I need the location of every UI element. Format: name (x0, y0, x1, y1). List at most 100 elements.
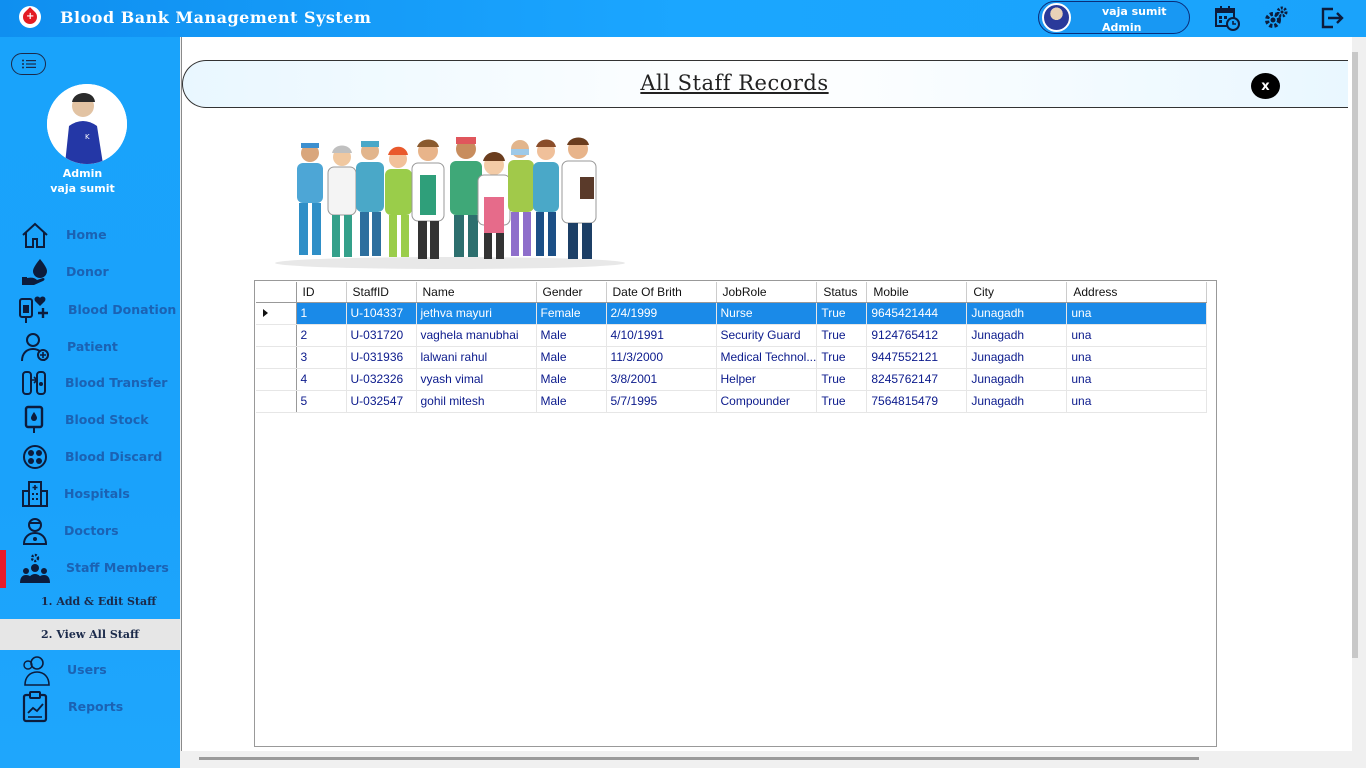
table-cell[interactable]: Male (536, 390, 607, 413)
sidebar-item-label: Blood Stock (65, 412, 149, 427)
table-cell[interactable]: 3 (296, 346, 347, 369)
row-header[interactable] (256, 302, 297, 325)
table-cell[interactable]: 4/10/1991 (606, 324, 717, 347)
table-cell[interactable]: vaghela manubhai (416, 324, 537, 347)
sidebar-item-donor[interactable]: Donor (0, 254, 180, 290)
sidebar-item-home[interactable]: Home (0, 217, 180, 253)
column-header[interactable]: JobRole (716, 282, 818, 303)
table-cell[interactable]: una (1066, 346, 1208, 369)
staff-data-grid[interactable]: ID StaffID Name Gender Date Of Brith Job… (254, 280, 1217, 747)
column-header[interactable]: StaffID (346, 282, 417, 303)
table-cell[interactable]: Junagadh (966, 324, 1068, 347)
table-cell[interactable]: Compounder (716, 390, 818, 413)
table-cell[interactable]: 11/3/2000 (606, 346, 717, 369)
column-header[interactable]: Gender (536, 282, 607, 303)
column-header[interactable]: ID (296, 282, 347, 303)
table-cell[interactable]: U-031936 (346, 346, 417, 369)
table-cell[interactable]: una (1066, 390, 1208, 413)
row-header[interactable] (256, 390, 297, 413)
sidebar-item-blood-donation[interactable]: Blood Donation (0, 292, 180, 328)
table-cell[interactable]: Junagadh (966, 368, 1068, 391)
column-header[interactable]: Mobile (866, 282, 968, 303)
table-cell[interactable]: lalwani rahul (416, 346, 537, 369)
table-cell[interactable]: 8245762147 (866, 368, 968, 391)
sidebar-item-users[interactable]: Users (0, 652, 180, 688)
horizontal-scrollbar[interactable] (199, 757, 1199, 760)
sidebar-item-blood-stock[interactable]: Blood Stock (0, 402, 180, 438)
table-cell[interactable]: una (1066, 302, 1208, 325)
vertical-scrollbar[interactable] (1352, 52, 1358, 658)
table-cell[interactable]: 2/4/1999 (606, 302, 717, 325)
table-cell[interactable]: una (1066, 324, 1208, 347)
column-header[interactable]: Address (1066, 282, 1208, 303)
sidebar-item-doctors[interactable]: Doctors (0, 513, 180, 549)
table-cell[interactable]: 9447552121 (866, 346, 968, 369)
subnav-view-all-staff[interactable]: 2. View All Staff (0, 619, 180, 650)
settings-icon[interactable] (1263, 5, 1289, 31)
table-cell[interactable]: 4 (296, 368, 347, 391)
table-cell[interactable]: Security Guard (716, 324, 818, 347)
row-pointer-icon (263, 309, 268, 317)
table-cell[interactable]: Junagadh (966, 346, 1068, 369)
table-cell[interactable]: 9124765412 (866, 324, 968, 347)
table-cell[interactable]: Male (536, 324, 607, 347)
sidebar-item-patient[interactable]: Patient (0, 329, 180, 365)
table-cell[interactable]: gohil mitesh (416, 390, 537, 413)
calendar-icon[interactable] (1214, 5, 1240, 31)
sidebar-item-label: Doctors (64, 523, 119, 538)
table-row[interactable]: 1 U-104337 jethva mayuri Female 2/4/1999 Nurs… (256, 302, 1208, 325)
table-cell[interactable]: U-032547 (346, 390, 417, 413)
table-cell[interactable]: U-032326 (346, 368, 417, 391)
table-cell[interactable]: una (1066, 368, 1208, 391)
column-header[interactable]: Name (416, 282, 537, 303)
user-profile-badge[interactable]: vaja sumit Admin (1038, 1, 1190, 34)
table-cell[interactable]: 5 (296, 390, 347, 413)
table-cell[interactable]: True (816, 302, 868, 325)
table-cell[interactable]: Medical Technol... (716, 346, 818, 369)
table-cell[interactable]: Helper (716, 368, 818, 391)
menu-toggle-button[interactable] (11, 53, 46, 75)
table-cell[interactable]: Male (536, 346, 607, 369)
table-cell[interactable]: U-104337 (346, 302, 417, 325)
table-cell[interactable]: True (816, 368, 868, 391)
sidebar-item-blood-discard[interactable]: Blood Discard (0, 439, 180, 475)
table-cell[interactable]: Nurse (716, 302, 818, 325)
column-header[interactable]: Date Of Brith (606, 282, 717, 303)
row-header[interactable] (256, 346, 297, 369)
table-cell[interactable]: True (816, 390, 868, 413)
table-cell[interactable]: 3/8/2001 (606, 368, 717, 391)
table-cell[interactable]: 2 (296, 324, 347, 347)
row-header[interactable] (256, 324, 297, 347)
sidebar-item-staff-members[interactable]: Staff Members (0, 550, 180, 588)
table-cell[interactable]: 1 (296, 302, 347, 325)
table-cell[interactable]: 9645421444 (866, 302, 968, 325)
close-button[interactable]: x (1251, 73, 1280, 99)
table-cell[interactable]: 5/7/1995 (606, 390, 717, 413)
sidebar-item-label: Blood Discard (65, 449, 163, 464)
sidebar-item-reports[interactable]: Reports (0, 689, 180, 725)
table-row[interactable]: 3 U-031936 lalwani rahul Male 11/3/2000 Medic… (256, 346, 1208, 369)
table-cell[interactable]: jethva mayuri (416, 302, 537, 325)
table-cell[interactable]: True (816, 324, 868, 347)
column-header[interactable]: Status (816, 282, 868, 303)
sidebar-item-label: Blood Transfer (65, 375, 168, 390)
column-header[interactable]: City (966, 282, 1068, 303)
row-header[interactable] (256, 368, 297, 391)
table-row[interactable]: 2 U-031720 vaghela manubhai Male 4/10/1991 Se… (256, 324, 1208, 347)
table-cell[interactable]: Female (536, 302, 607, 325)
table-row[interactable]: 5 U-032547 gohil mitesh Male 5/7/1995 Compoun… (256, 390, 1208, 413)
subnav-add-edit-staff[interactable]: 1. Add & Edit Staff (0, 586, 180, 617)
table-cell[interactable]: Junagadh (966, 390, 1068, 413)
profile-name: vaja sumit (50, 182, 115, 195)
table-cell[interactable]: vyash vimal (416, 368, 537, 391)
sidebar-item-hospitals[interactable]: Hospitals (0, 476, 180, 512)
table-cell[interactable]: Junagadh (966, 302, 1068, 325)
table-cell[interactable]: True (816, 346, 868, 369)
table-cell[interactable]: Male (536, 368, 607, 391)
sidebar-item-blood-transfer[interactable]: Blood Transfer (0, 365, 180, 401)
table-cell[interactable]: 7564815479 (866, 390, 968, 413)
logout-icon[interactable] (1319, 5, 1345, 31)
table-row[interactable]: 4 U-032326 vyash vimal Male 3/8/2001 Helper Tr… (256, 368, 1208, 391)
table-cell[interactable]: U-031720 (346, 324, 417, 347)
grid-header-row: ID StaffID Name Gender Date Of Brith Job… (256, 282, 1208, 303)
